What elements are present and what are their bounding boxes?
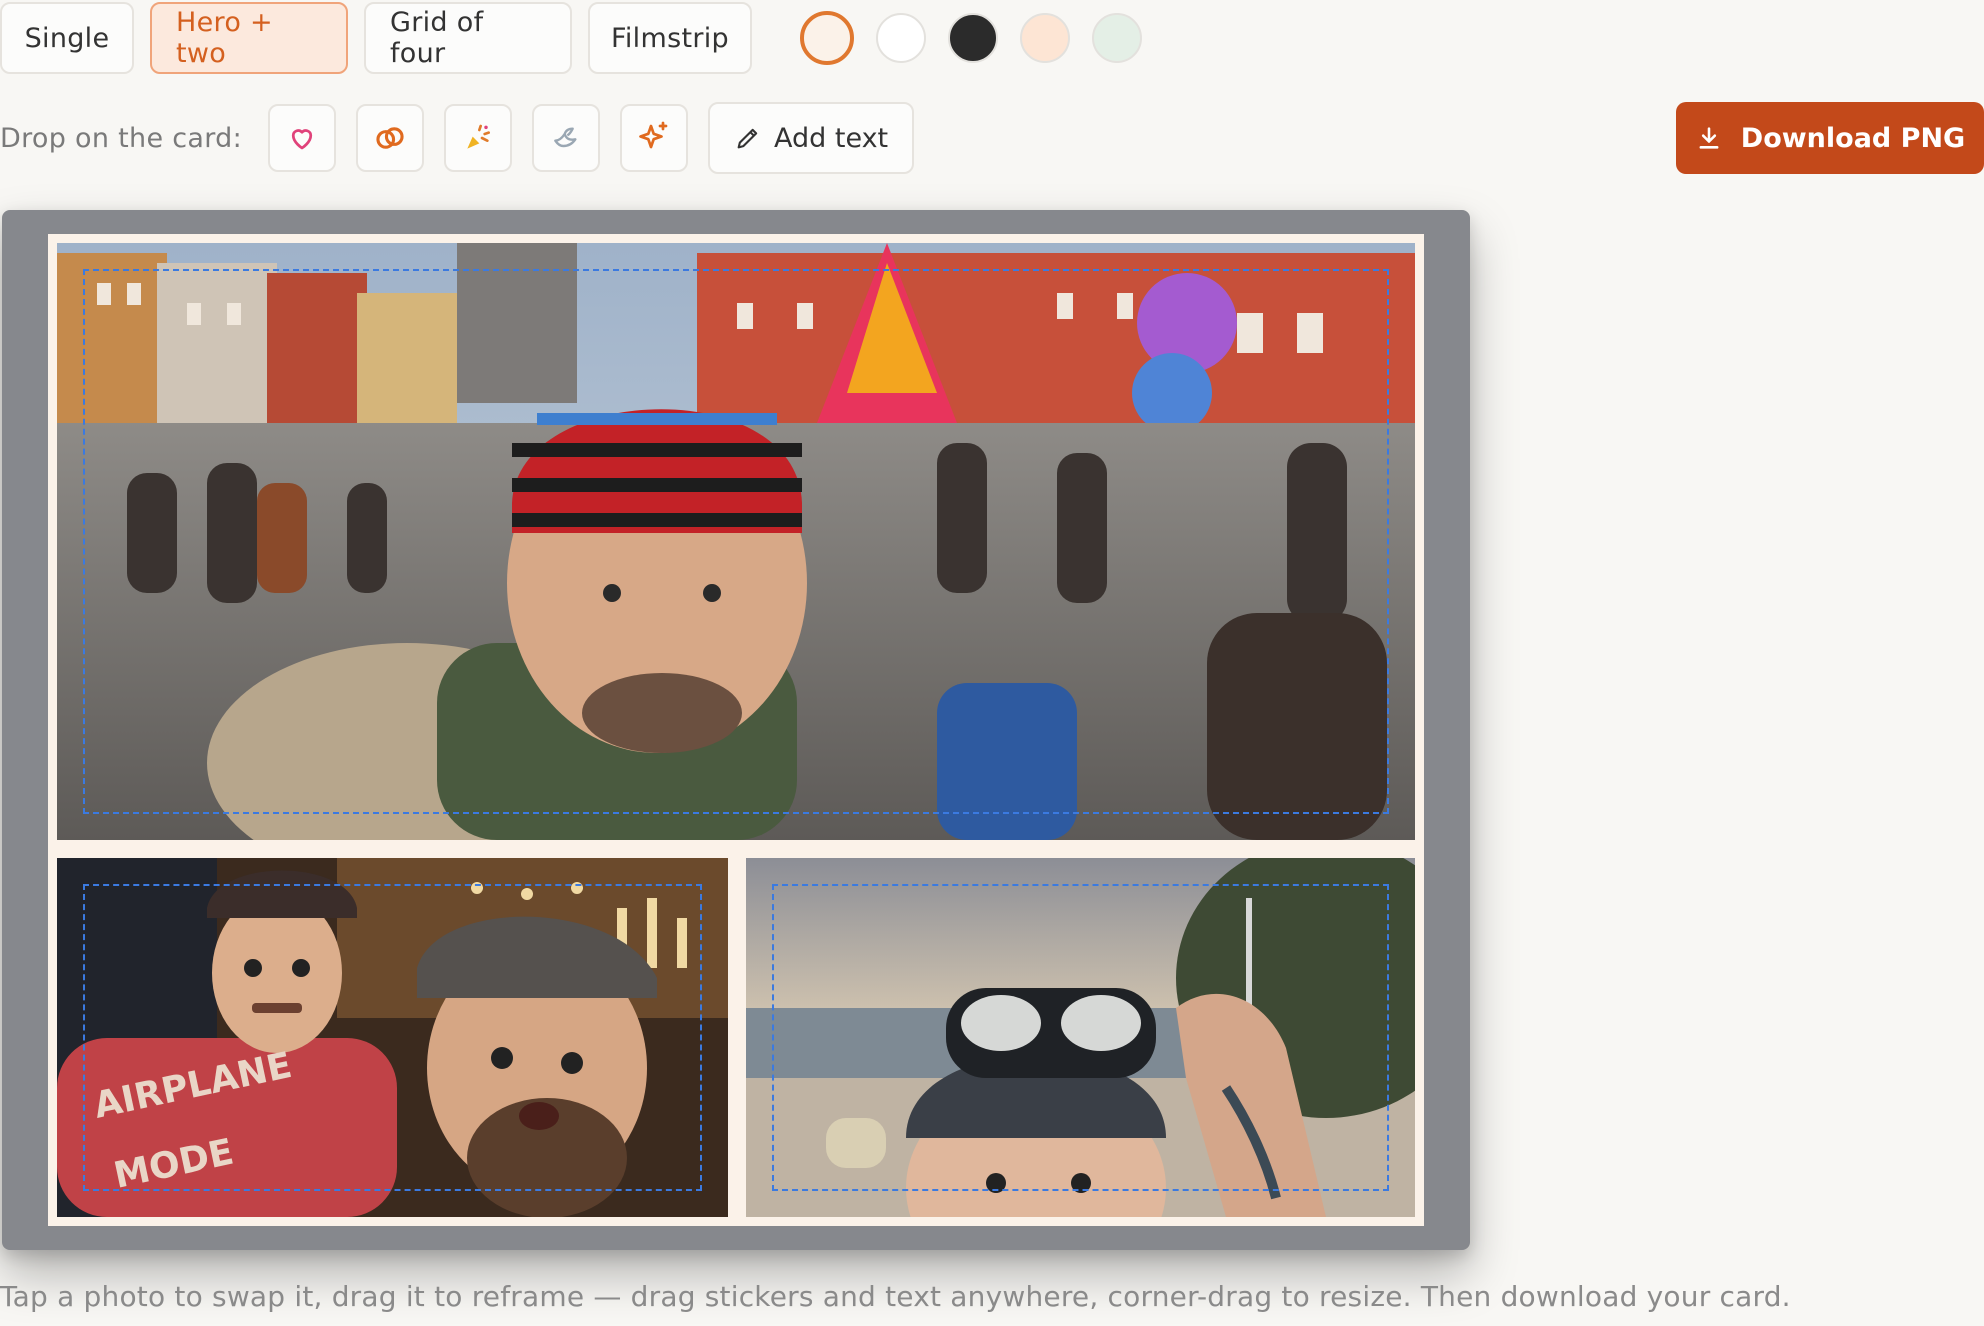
confetti-sticker-button[interactable] — [444, 104, 512, 172]
hero-photo[interactable] — [57, 243, 1415, 840]
pencil-icon — [737, 128, 758, 149]
swatch-cream[interactable] — [800, 11, 854, 65]
download-label: Download PNG — [1740, 122, 1966, 154]
swatch-peach[interactable] — [1020, 13, 1070, 63]
dove-icon — [554, 127, 577, 148]
add-text-button[interactable]: Add text — [708, 102, 915, 174]
download-icon — [1699, 127, 1719, 149]
instructions-hint: Tap a photo to swap it, drag it to refra… — [0, 1280, 1791, 1313]
bottom-left-photo[interactable]: AIRPLANE MODE — [57, 858, 728, 1217]
swatch-black[interactable] — [948, 13, 998, 63]
rings-icon — [376, 127, 404, 149]
swatch-white[interactable] — [876, 13, 926, 63]
hero-photo-image — [57, 243, 1415, 840]
layout-filmstrip-button[interactable]: Filmstrip — [588, 2, 752, 74]
sparkle-sticker-button[interactable] — [620, 104, 688, 172]
swatch-mint[interactable] — [1092, 13, 1142, 63]
layout-hero-two-button[interactable]: Hero + two — [150, 2, 348, 74]
card: AIRPLANE MODE — [48, 234, 1424, 1226]
layout-toolbar: Single Hero + two Grid of four Filmstrip — [0, 0, 1164, 76]
bottom-right-photo[interactable] — [746, 858, 1415, 1217]
card-stage: AIRPLANE MODE — [2, 210, 1470, 1250]
layout-grid-four-button[interactable]: Grid of four — [364, 2, 572, 74]
confetti-icon — [467, 124, 490, 149]
bottom-right-photo-image — [746, 858, 1415, 1217]
layout-single-button[interactable]: Single — [0, 2, 134, 74]
download-png-button[interactable]: Download PNG — [1676, 102, 1984, 174]
heart-icon — [291, 129, 313, 150]
drop-label: Drop on the card: — [0, 122, 242, 154]
sparkle-icon — [639, 121, 668, 149]
sticker-toolbar: Drop on the card: Add text Download PNG — [0, 100, 1984, 176]
bottom-left-photo-image: AIRPLANE MODE — [57, 858, 728, 1217]
add-text-label: Add text — [774, 122, 889, 154]
rings-sticker-button[interactable] — [356, 104, 424, 172]
dove-sticker-button[interactable] — [532, 104, 600, 172]
color-swatches — [800, 11, 1164, 65]
heart-sticker-button[interactable] — [268, 104, 336, 172]
